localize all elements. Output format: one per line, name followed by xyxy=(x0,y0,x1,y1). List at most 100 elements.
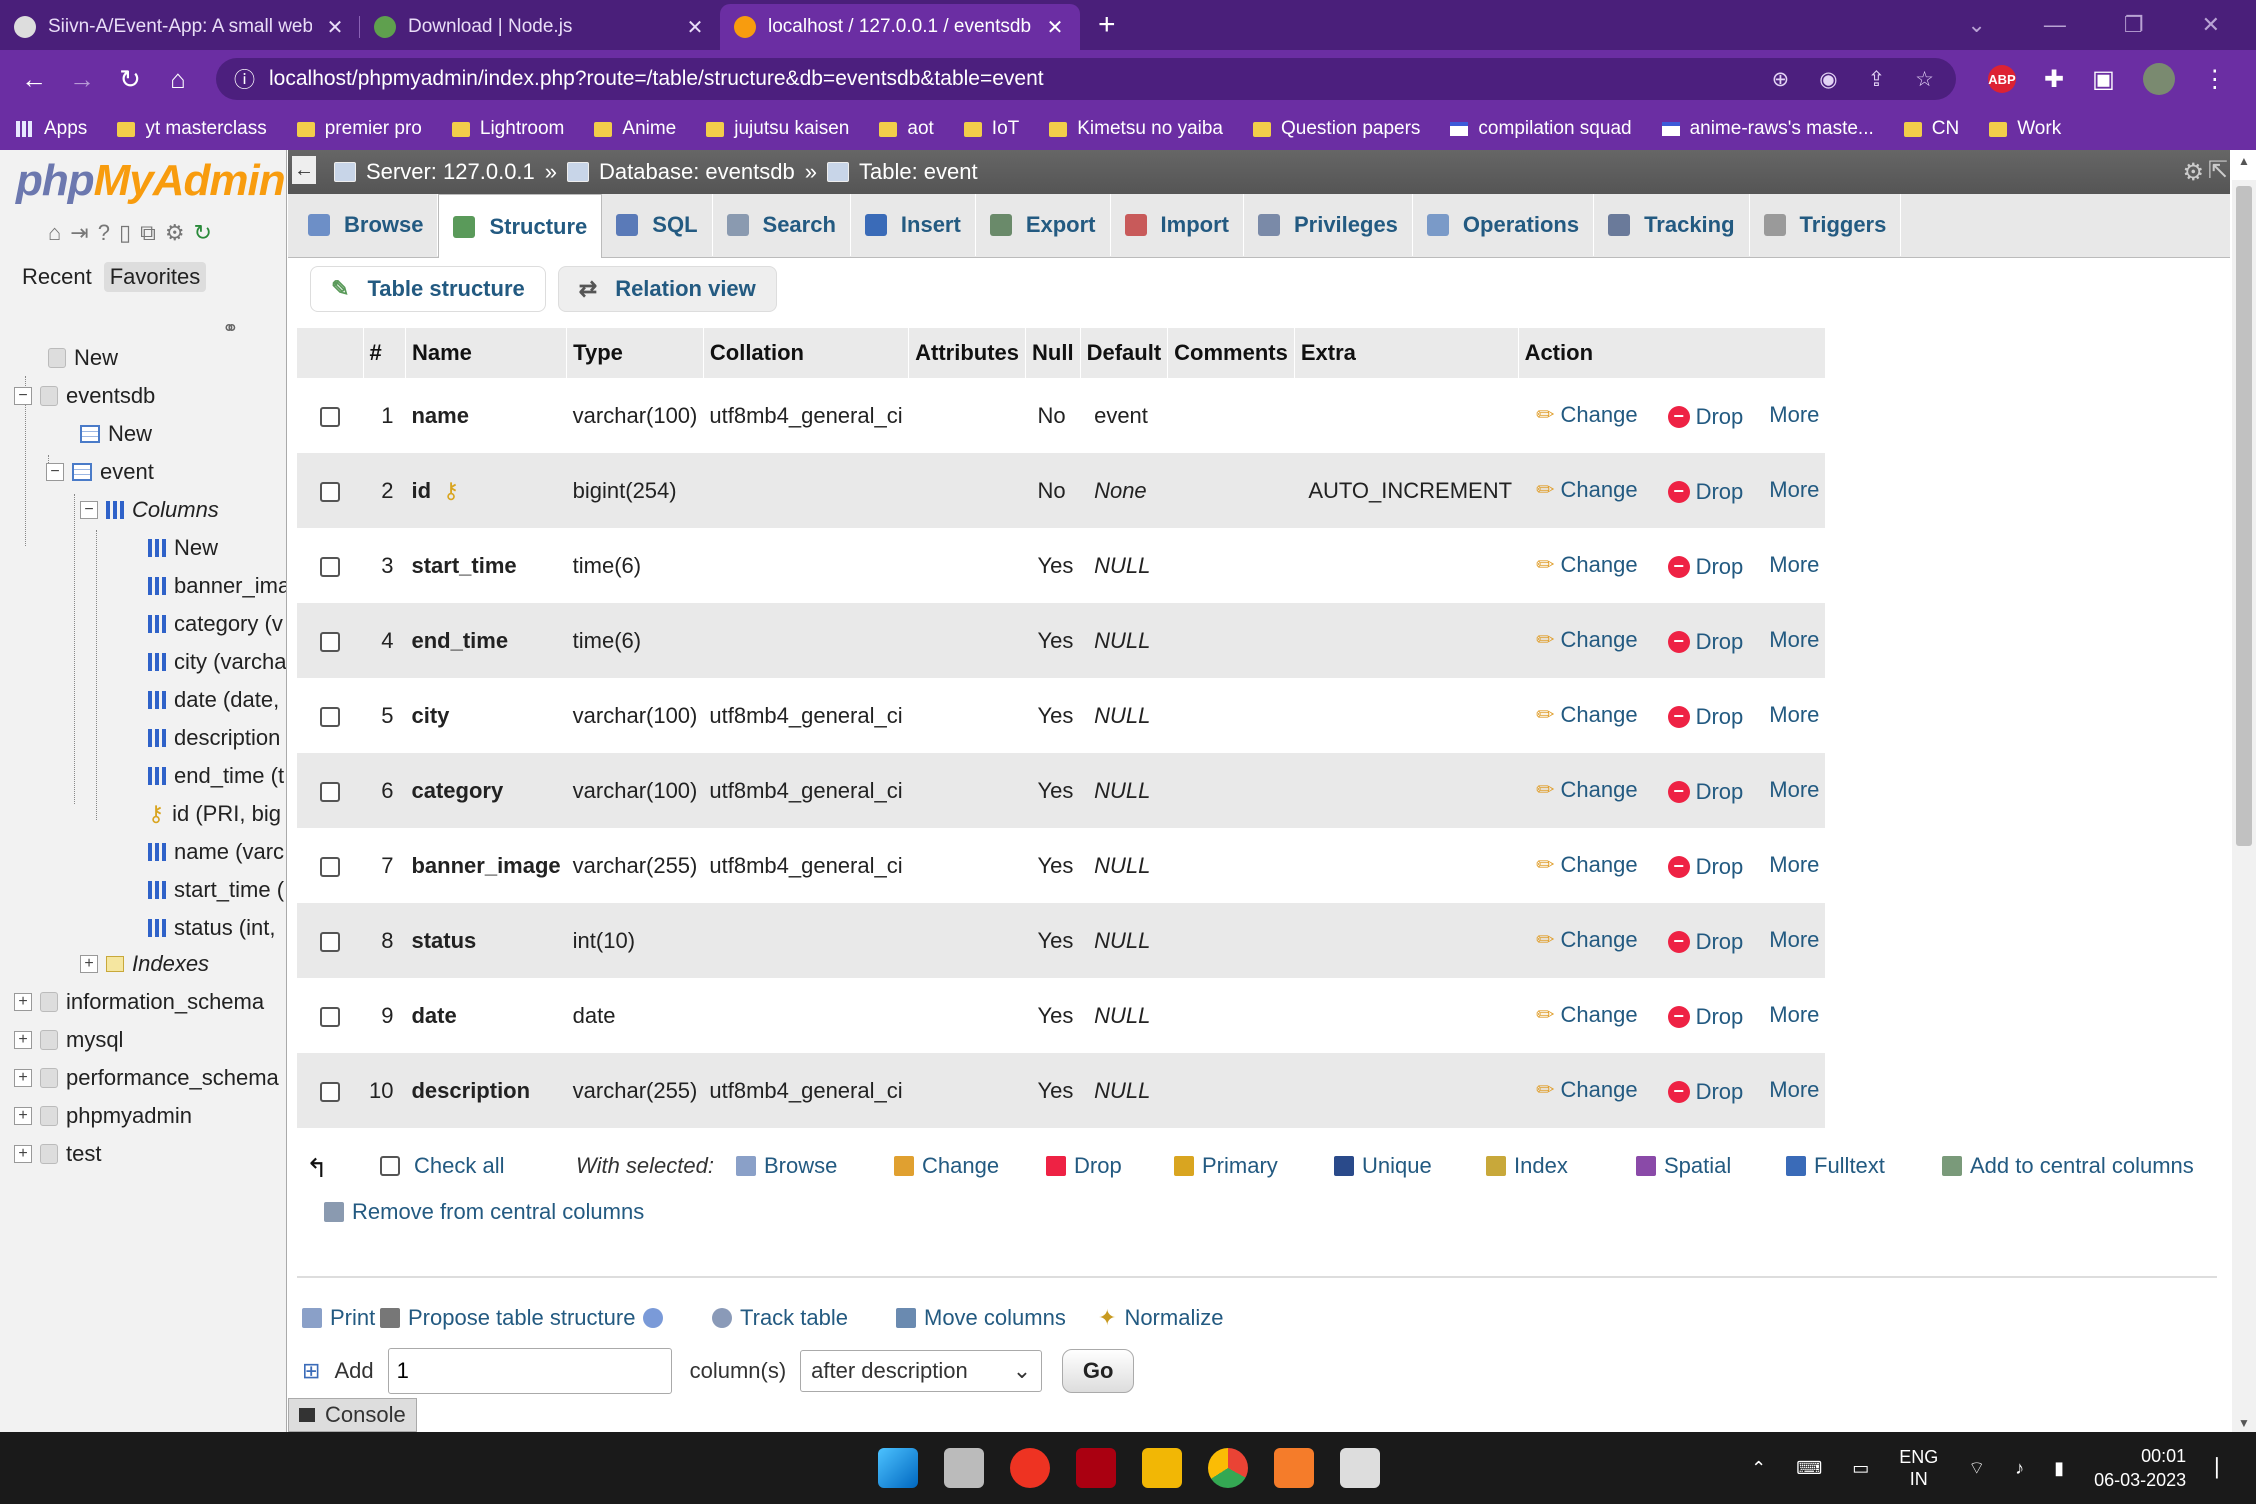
bookmark-item[interactable]: Anime xyxy=(594,118,676,140)
bookmark-item[interactable]: compilation squad xyxy=(1450,118,1632,140)
tab-sql[interactable]: SQL xyxy=(602,194,713,256)
xampp-icon[interactable] xyxy=(1274,1448,1314,1488)
tab-operations[interactable]: Operations xyxy=(1413,194,1595,256)
bookmark-item[interactable]: yt masterclass xyxy=(117,118,267,140)
change-link[interactable]: ✏ Change xyxy=(1536,777,1638,803)
more-dropdown[interactable]: More xyxy=(1769,702,1819,728)
collapse-icon[interactable]: − xyxy=(46,463,64,481)
scroll-top-icon[interactable]: ⇱ xyxy=(2208,156,2228,185)
recent-tab[interactable]: Recent xyxy=(16,262,98,292)
close-tab-icon[interactable]: ✕ xyxy=(1044,15,1066,40)
change-link[interactable]: ✏ Change xyxy=(1536,1077,1638,1103)
expand-icon[interactable]: + xyxy=(14,1069,32,1087)
eye-icon[interactable]: ◉ xyxy=(1819,67,1837,92)
tree-indexes[interactable]: + Indexes xyxy=(80,946,209,982)
tablet-icon[interactable]: ▭ xyxy=(1852,1458,1869,1479)
tree-db[interactable]: + information_schema xyxy=(14,984,264,1020)
expand-icon[interactable]: + xyxy=(14,993,32,1011)
scroll-thumb[interactable] xyxy=(2236,186,2252,846)
row-checkbox[interactable] xyxy=(320,481,340,502)
app-icon[interactable] xyxy=(1076,1448,1116,1488)
language-indicator[interactable]: ENG IN xyxy=(1899,1446,1938,1490)
tree-column[interactable]: banner_ima xyxy=(148,568,286,604)
change-link[interactable]: ✏ Change xyxy=(1536,552,1638,578)
tab-triggers[interactable]: Triggers xyxy=(1750,194,1902,256)
tree-table-event[interactable]: − event xyxy=(46,454,154,490)
bookmark-item[interactable]: IoT xyxy=(963,118,1019,140)
tray-overflow-icon[interactable]: ⌃ xyxy=(1751,1458,1766,1479)
settings-icon[interactable]: ⚙ xyxy=(165,220,185,246)
url-text[interactable]: localhost/phpmyadmin/index.php?route=/ta… xyxy=(269,67,1044,91)
logout-icon[interactable]: ⇥ xyxy=(70,220,88,246)
change-link[interactable]: ✏ Change xyxy=(1536,702,1638,728)
drop-link[interactable]: − Drop xyxy=(1667,704,1743,730)
link-icon[interactable]: ⚭ xyxy=(222,316,239,341)
new-tab-button[interactable]: + xyxy=(1080,8,1134,50)
zoom-icon[interactable]: ⊕ xyxy=(1772,67,1790,92)
bulk-unique-button[interactable]: Unique xyxy=(1334,1153,1432,1179)
battery-icon[interactable]: ▮ xyxy=(2054,1458,2064,1479)
more-dropdown[interactable]: More xyxy=(1769,552,1819,578)
side-panel-icon[interactable]: ▣ xyxy=(2092,65,2115,94)
profile-avatar[interactable] xyxy=(2142,63,2175,95)
bulk-drop-button[interactable]: Drop xyxy=(1046,1153,1122,1179)
chrome-icon[interactable] xyxy=(1208,1448,1248,1488)
menu-icon[interactable]: ⋮ xyxy=(2203,65,2227,94)
tree-column[interactable]: date (date, xyxy=(148,682,279,718)
help-icon[interactable]: ? xyxy=(98,220,110,246)
tab-privileges[interactable]: Privileges xyxy=(1244,194,1413,256)
tree-column[interactable]: start_time ( xyxy=(148,872,284,908)
bookmark-item[interactable]: Work xyxy=(1989,118,2061,140)
bookmark-item[interactable]: aot xyxy=(879,118,934,140)
console-toggle[interactable]: Console xyxy=(288,1398,417,1432)
scroll-up-arrow[interactable]: ▲ xyxy=(2232,154,2256,168)
app-icon[interactable] xyxy=(1010,1448,1050,1488)
favorites-tab[interactable]: Favorites xyxy=(103,262,207,292)
bookmark-item[interactable]: Apps xyxy=(16,118,87,140)
file-explorer-icon[interactable] xyxy=(1142,1448,1182,1488)
row-checkbox[interactable] xyxy=(320,931,340,952)
share-icon[interactable]: ⇪ xyxy=(1868,67,1886,92)
bulk-index-button[interactable]: Index xyxy=(1486,1153,1568,1179)
bookmark-star-icon[interactable]: ☆ xyxy=(1915,67,1934,92)
drop-link[interactable]: − Drop xyxy=(1667,1004,1743,1030)
tree-column[interactable]: category (v xyxy=(148,606,283,642)
track-table-link[interactable]: Track table xyxy=(712,1305,848,1331)
task-view-icon[interactable] xyxy=(944,1448,984,1488)
home-icon[interactable]: ⌂ xyxy=(48,220,61,246)
reload-icon[interactable]: ↻ xyxy=(106,64,154,95)
browser-tab-phpmyadmin[interactable]: localhost / 127.0.0.1 / eventsdb / ✕ xyxy=(720,4,1080,50)
row-checkbox[interactable] xyxy=(320,556,340,577)
expand-icon[interactable]: + xyxy=(14,1031,32,1049)
expand-icon[interactable]: + xyxy=(14,1107,32,1125)
tree-db[interactable]: + mysql xyxy=(14,1022,123,1058)
drop-link[interactable]: − Drop xyxy=(1667,1079,1743,1105)
site-info-icon[interactable]: ⓘ xyxy=(234,64,255,94)
keyboard-icon[interactable]: ⌨ xyxy=(1796,1458,1822,1479)
bookmark-item[interactable]: Lightroom xyxy=(451,118,564,140)
tree-db-eventsdb[interactable]: − eventsdb xyxy=(14,378,155,414)
more-dropdown[interactable]: More xyxy=(1769,627,1819,653)
drop-link[interactable]: − Drop xyxy=(1667,479,1743,505)
gear-icon[interactable]: ⚙ xyxy=(2182,158,2204,187)
tree-column[interactable]: end_time (t xyxy=(148,758,284,794)
address-bar[interactable]: ⓘ localhost/phpmyadmin/index.php?route=/… xyxy=(216,58,1956,100)
normalize-link[interactable]: ✦ Normalize xyxy=(1098,1305,1223,1331)
bookmark-item[interactable]: anime-raws's maste... xyxy=(1661,118,1874,140)
refresh-icon[interactable]: ↻ xyxy=(194,220,212,246)
copy-icon[interactable]: ⧉ xyxy=(140,220,156,246)
drop-link[interactable]: − Drop xyxy=(1667,929,1743,955)
bulk-add-central-button[interactable]: Add to central columns xyxy=(1942,1153,2194,1179)
bookmark-item[interactable]: jujutsu kaisen xyxy=(706,118,849,140)
column-count-input[interactable] xyxy=(387,1348,672,1394)
close-window-icon[interactable]: ✕ xyxy=(2202,12,2220,38)
maximize-icon[interactable]: ❐ xyxy=(2124,12,2144,38)
bulk-remove-central-button[interactable]: Remove from central columns xyxy=(324,1199,644,1225)
change-link[interactable]: ✏ Change xyxy=(1536,927,1638,953)
tree-column[interactable]: city (varcha xyxy=(148,644,286,680)
row-checkbox[interactable] xyxy=(320,1006,340,1027)
check-all-checkbox[interactable] xyxy=(380,1156,400,1176)
phpmyadmin-logo[interactable]: phpMyAdmin xyxy=(16,156,286,206)
volume-icon[interactable]: ♪ xyxy=(2015,1458,2024,1479)
column-position-select[interactable]: after description ⌄ xyxy=(800,1350,1043,1392)
